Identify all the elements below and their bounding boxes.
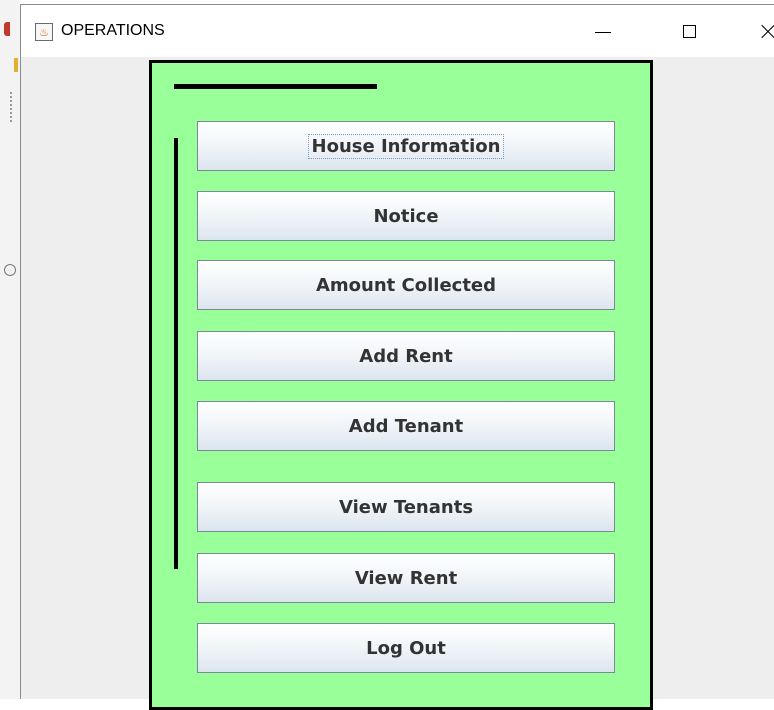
background-ide-icon: [4, 264, 16, 276]
add-tenant-button[interactable]: Add Tenant: [197, 401, 615, 451]
horizontal-divider: [174, 84, 377, 89]
content-area: House Information Notice Amount Collecte…: [21, 57, 774, 710]
view-rent-label: View Rent: [354, 567, 458, 589]
notice-button[interactable]: Notice: [197, 191, 615, 241]
view-rent-button[interactable]: View Rent: [197, 553, 615, 603]
operations-window: ♨ OPERATIONS House Information Notice Am…: [20, 4, 774, 710]
add-rent-label: Add Rent: [359, 345, 453, 367]
view-tenants-button[interactable]: View Tenants: [197, 482, 615, 532]
log-out-button[interactable]: Log Out: [197, 623, 615, 673]
close-icon[interactable]: [745, 5, 774, 57]
view-tenants-label: View Tenants: [338, 496, 474, 518]
log-out-label: Log Out: [366, 637, 446, 659]
background-ide-gutter: [10, 92, 12, 122]
minimize-icon[interactable]: [579, 5, 625, 57]
house-information-label: House Information: [307, 133, 505, 159]
notice-label: Notice: [373, 205, 439, 227]
add-tenant-label: Add Tenant: [348, 415, 464, 437]
window-title: OPERATIONS: [61, 22, 165, 39]
background-ide-marker: [4, 22, 10, 36]
operations-panel: House Information Notice Amount Collecte…: [149, 60, 653, 710]
vertical-divider: [174, 138, 178, 569]
java-coffee-icon: ♨: [35, 23, 53, 41]
title-bar[interactable]: ♨ OPERATIONS: [21, 5, 774, 57]
maximize-icon[interactable]: [667, 5, 713, 57]
background-ide-marker: [14, 58, 18, 72]
amount-collected-label: Amount Collected: [315, 274, 497, 296]
background-ide-strip: [0, 0, 20, 699]
add-rent-button[interactable]: Add Rent: [197, 331, 615, 381]
house-information-button[interactable]: House Information: [197, 121, 615, 171]
amount-collected-button[interactable]: Amount Collected: [197, 260, 615, 310]
